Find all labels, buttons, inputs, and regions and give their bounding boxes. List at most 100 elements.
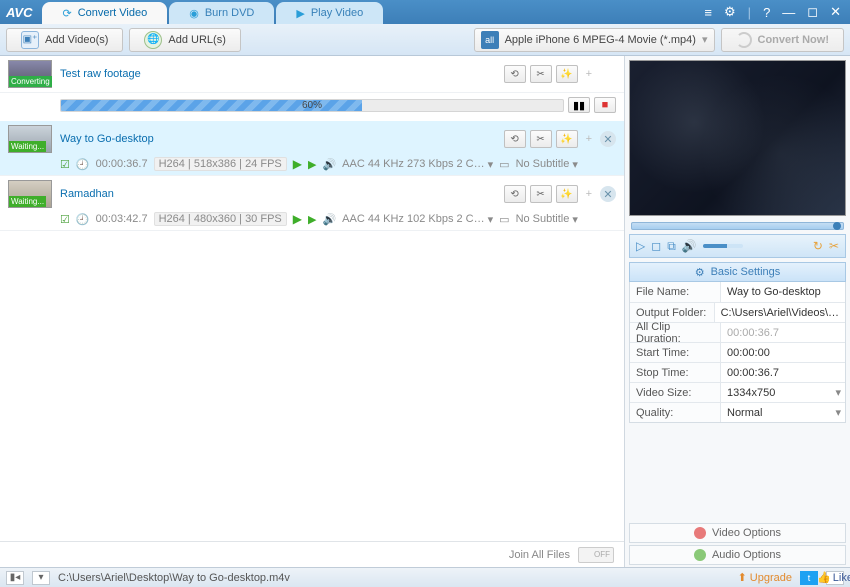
- basic-settings-table: File Name:Way to Go-desktop Output Folde…: [629, 282, 846, 423]
- cut-button[interactable]: ✂: [530, 65, 552, 83]
- cut-button[interactable]: ✂: [530, 130, 552, 148]
- stop-time-field[interactable]: 00:00:36.7: [720, 363, 845, 382]
- video-title: Test raw footage: [60, 68, 496, 80]
- output-icon: ▶: [308, 213, 316, 226]
- output-folder-field[interactable]: C:\Users\Ariel\Videos\…: [714, 303, 845, 322]
- video-row[interactable]: Waiting... Way to Go-desktop ⟲ ✂ ✨ + ✕ ☑…: [0, 121, 624, 176]
- setting-label: Output Folder:: [630, 303, 714, 322]
- arrow-icon: ▶: [293, 212, 302, 226]
- stop-icon[interactable]: ◻: [651, 239, 661, 253]
- refresh-button[interactable]: ⟲: [504, 130, 526, 148]
- quality-select[interactable]: Normal▾: [720, 403, 845, 422]
- stop-button[interactable]: ■: [594, 97, 616, 113]
- settings-icon[interactable]: ⚙: [721, 4, 739, 20]
- btn-label: Add Video(s): [45, 34, 108, 46]
- file-name-field[interactable]: Way to Go-desktop: [720, 282, 845, 302]
- effects-button[interactable]: ✨: [556, 65, 578, 83]
- tab-strip: ⟳ Convert Video ◉ Burn DVD ▶ Play Video: [42, 0, 701, 24]
- tab-label: Play Video: [311, 7, 363, 19]
- audio-dropdown[interactable]: AAC 44 KHz 273 Kbps 2 C… ▾: [342, 158, 493, 171]
- pause-button[interactable]: ▮▮: [568, 97, 590, 113]
- facebook-like-button[interactable]: 👍Like: [826, 571, 844, 585]
- speaker-icon[interactable]: 🔊: [682, 239, 697, 253]
- video-thumbnail: Waiting...: [8, 180, 52, 208]
- video-options-button[interactable]: Video Options: [629, 523, 846, 543]
- upgrade-icon: ⬆: [738, 571, 747, 584]
- duration: 00:00:36.7: [96, 158, 148, 170]
- disc-icon: ◉: [189, 7, 199, 20]
- chevron-down-icon: ▾: [702, 33, 708, 46]
- remove-button[interactable]: ✕: [600, 186, 616, 202]
- tab-play-video[interactable]: ▶ Play Video: [276, 2, 383, 24]
- remove-button[interactable]: ✕: [600, 131, 616, 147]
- rotate-icon[interactable]: ↻: [813, 239, 823, 253]
- help-icon[interactable]: ?: [760, 5, 773, 20]
- tab-convert-video[interactable]: ⟳ Convert Video: [42, 2, 167, 24]
- maximize-icon[interactable]: ◻: [804, 4, 821, 20]
- thumb-icon: 👍: [817, 571, 831, 584]
- subtitle-dropdown[interactable]: No Subtitle ▾: [516, 213, 578, 226]
- video-dot-icon: [694, 527, 706, 539]
- play-icon: ▶: [296, 7, 304, 20]
- minimize-icon[interactable]: —: [779, 5, 798, 20]
- seek-handle[interactable]: [833, 222, 841, 230]
- join-files-label: Join All Files: [509, 549, 570, 561]
- nav-prev-button[interactable]: ▮◂: [6, 571, 24, 585]
- setting-label: All Clip Duration:: [630, 323, 720, 342]
- add-url-icon: 🌐: [144, 31, 162, 49]
- join-files-toggle[interactable]: OFF: [578, 547, 614, 563]
- video-list: Converting Test raw footage ⟲ ✂ ✨ + ✕ 60…: [0, 56, 625, 567]
- audio-dot-icon: [694, 549, 706, 561]
- subtitle-icon: ▭: [499, 158, 509, 171]
- refresh-button[interactable]: ⟲: [504, 185, 526, 203]
- setting-label: Video Size:: [630, 383, 720, 402]
- add-urls-button[interactable]: 🌐 Add URL(s): [129, 28, 240, 52]
- duration: 00:03:42.7: [96, 213, 148, 225]
- video-size-select[interactable]: 1334x750▾: [720, 383, 845, 402]
- output-format-selector[interactable]: all Apple iPhone 6 MPEG-4 Movie (*.mp4) …: [474, 28, 715, 52]
- crop-icon[interactable]: ✂: [829, 239, 839, 253]
- nav-next-button[interactable]: ▾: [32, 571, 50, 585]
- snapshot-icon[interactable]: ⧉: [667, 239, 676, 254]
- chevron-down-icon: ▾: [572, 213, 578, 226]
- chevron-down-icon: ▾: [835, 406, 841, 419]
- add-icon[interactable]: +: [582, 188, 596, 200]
- add-icon[interactable]: +: [582, 68, 596, 80]
- upgrade-link[interactable]: ⬆Upgrade: [738, 571, 792, 584]
- chevron-down-icon: ▾: [488, 213, 494, 226]
- start-time-field[interactable]: 00:00:00: [720, 343, 845, 362]
- volume-slider[interactable]: [703, 244, 743, 248]
- video-meta: ☑ 🕘 00:03:42.7 H264 | 480x360 | 30 FPS ▶…: [8, 212, 616, 226]
- statusbar: ▮◂ ▾ C:\Users\Ariel\Desktop\Way to Go-de…: [0, 567, 850, 587]
- tab-label: Convert Video: [78, 7, 148, 19]
- add-video-icon: ▣⁺: [21, 31, 39, 49]
- play-icon[interactable]: ▷: [636, 239, 645, 253]
- preview-player[interactable]: [629, 60, 846, 216]
- audio-options-button[interactable]: Audio Options: [629, 545, 846, 565]
- convert-now-button[interactable]: Convert Now!: [721, 28, 845, 52]
- close-icon[interactable]: ✕: [827, 4, 844, 20]
- clock-icon: 🕘: [76, 158, 90, 171]
- header-label: Basic Settings: [711, 266, 781, 278]
- twitter-button[interactable]: t: [800, 571, 818, 585]
- setting-label: Stop Time:: [630, 363, 720, 382]
- titlebar: AVC ⟳ Convert Video ◉ Burn DVD ▶ Play Vi…: [0, 0, 850, 24]
- speaker-icon: 🔊: [322, 213, 336, 226]
- add-icon[interactable]: +: [582, 133, 596, 145]
- seek-bar[interactable]: [631, 222, 844, 230]
- menu-icon[interactable]: ≡: [701, 5, 715, 20]
- audio-dropdown[interactable]: AAC 44 KHz 102 Kbps 2 C… ▾: [342, 213, 493, 226]
- tab-burn-dvd[interactable]: ◉ Burn DVD: [169, 2, 274, 24]
- check-icon[interactable]: ☑: [60, 158, 70, 171]
- check-icon[interactable]: ☑: [60, 213, 70, 226]
- video-row[interactable]: Waiting... Ramadhan ⟲ ✂ ✨ + ✕ ☑ 🕘 00:03:…: [0, 176, 624, 231]
- cut-button[interactable]: ✂: [530, 185, 552, 203]
- video-row[interactable]: Converting Test raw footage ⟲ ✂ ✨ + ✕: [0, 56, 624, 93]
- chevron-down-icon: ▾: [835, 386, 841, 399]
- video-title: Ramadhan: [60, 188, 496, 200]
- add-videos-button[interactable]: ▣⁺ Add Video(s): [6, 28, 123, 52]
- subtitle-dropdown[interactable]: No Subtitle ▾: [516, 158, 578, 171]
- effects-button[interactable]: ✨: [556, 130, 578, 148]
- effects-button[interactable]: ✨: [556, 185, 578, 203]
- refresh-button[interactable]: ⟲: [504, 65, 526, 83]
